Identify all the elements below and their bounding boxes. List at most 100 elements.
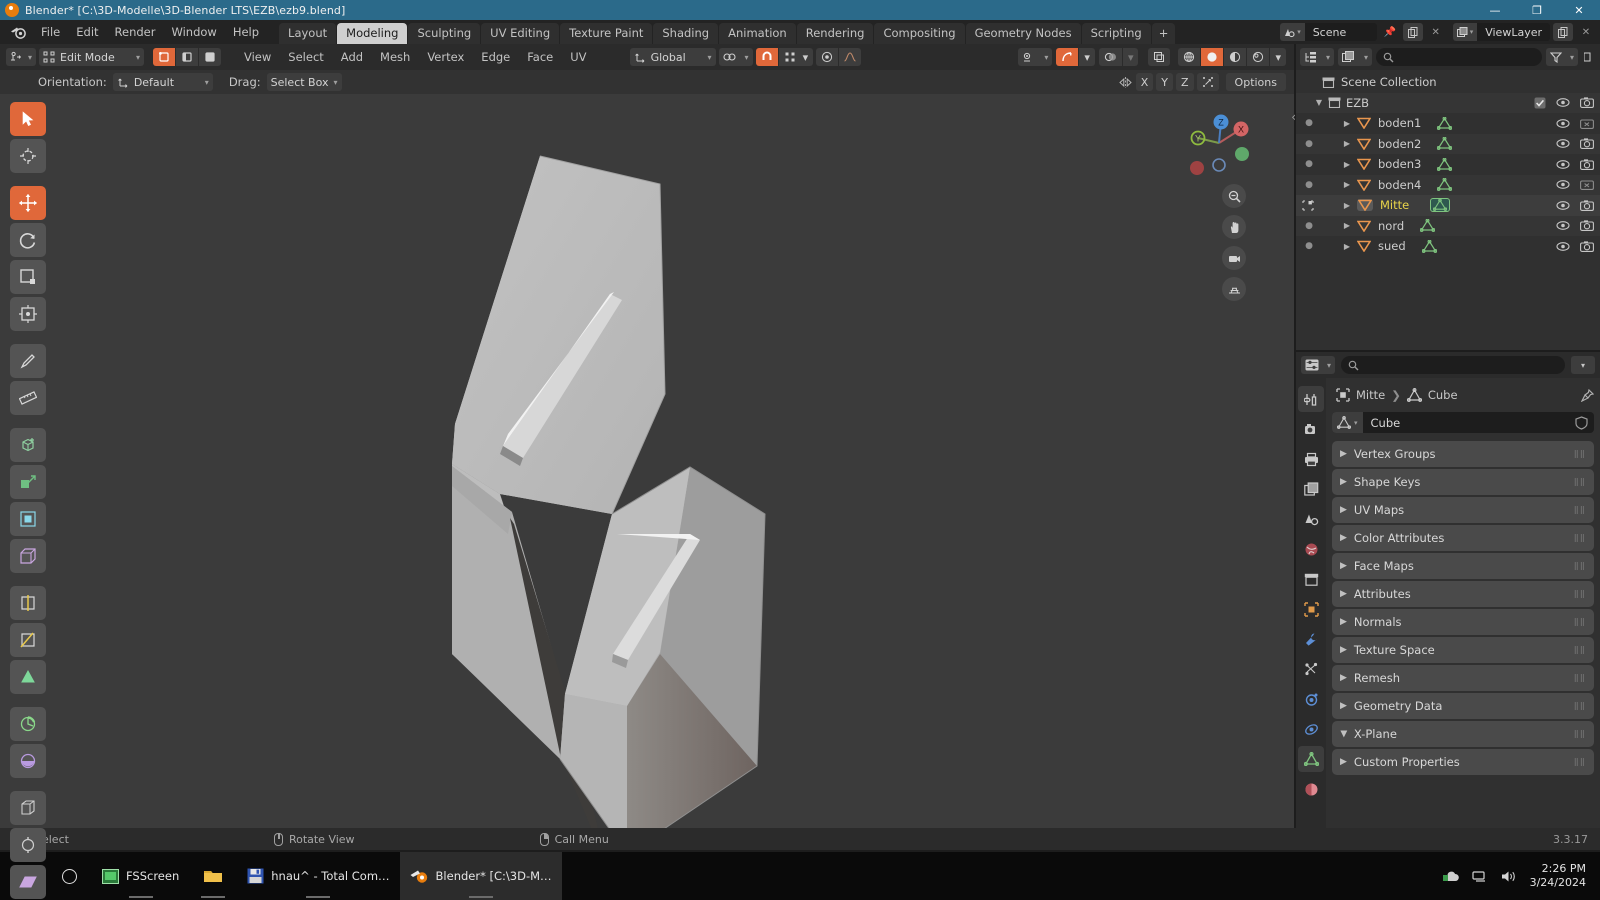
viewport-menu-select[interactable]: Select — [281, 48, 330, 66]
workspace-tab-uv-editing[interactable]: UV Editing — [481, 23, 560, 44]
outliner-row-collection-ezb[interactable]: ▼ EZB — [1296, 92, 1600, 113]
panel-custom-properties[interactable]: ▶ Custom Properties ⣿⣿ — [1332, 749, 1594, 775]
tool-knife[interactable] — [10, 623, 46, 657]
mesh-data-icon[interactable]: ▾ — [1332, 412, 1363, 433]
panel-uv-maps[interactable]: ▶ UV Maps ⣿⣿ — [1332, 497, 1594, 523]
mesh-data-icon[interactable] — [1437, 157, 1453, 171]
drag-handle-icon[interactable]: ⣿⣿ — [1574, 730, 1586, 737]
drag-handle-icon[interactable]: ⣿⣿ — [1574, 618, 1586, 625]
tab-view-layer[interactable] — [1298, 476, 1324, 502]
minimize-button[interactable]: — — [1474, 0, 1516, 20]
mesh-data-icon[interactable] — [1430, 198, 1451, 213]
tab-scene[interactable] — [1298, 506, 1324, 532]
eye-icon[interactable] — [1556, 159, 1570, 170]
tray-onedrive-icon[interactable] — [1442, 870, 1460, 883]
outliner-filter-button[interactable]: ▾ — [1546, 48, 1578, 66]
camera-icon[interactable] — [1580, 138, 1594, 150]
add-workspace-button[interactable]: + — [1151, 23, 1176, 44]
drag-handle-icon[interactable]: ⣿⣿ — [1574, 506, 1586, 513]
outliner-options-icon[interactable] — [1582, 48, 1596, 66]
pin-icon[interactable] — [1581, 388, 1594, 402]
chevron-right-icon[interactable]: ▶ — [1340, 201, 1354, 210]
taskbar-fsscreen[interactable]: FSScreen — [92, 852, 189, 900]
outliner-row-scene-collection[interactable]: Scene Collection — [1296, 72, 1600, 93]
mirror-y-button[interactable]: Y — [1156, 73, 1173, 91]
drag-handle-icon[interactable]: ⣿⣿ — [1574, 534, 1586, 541]
view-layer-selector[interactable]: ▾ ViewLayer — [1452, 23, 1550, 41]
solid-shading-button[interactable] — [1201, 48, 1224, 66]
menu-render[interactable]: Render — [107, 22, 164, 42]
panel-geometry-data[interactable]: ▶ Geometry Data ⣿⣿ — [1332, 693, 1594, 719]
taskbar-total-commander[interactable]: hnau^ - Total Com… — [237, 852, 399, 900]
menu-window[interactable]: Window — [163, 22, 224, 42]
workspace-tab-compositing[interactable]: Compositing — [874, 23, 965, 44]
restrict-select-dot[interactable]: ● — [1302, 118, 1316, 128]
tool-add-cube[interactable] — [10, 428, 46, 462]
material-preview-shading-button[interactable] — [1224, 48, 1247, 66]
remove-view-layer-button[interactable]: ✕ — [1576, 23, 1596, 41]
tab-modifier[interactable] — [1298, 626, 1324, 652]
chevron-right-icon[interactable]: ▶ — [1340, 139, 1354, 148]
tool-scale[interactable] — [10, 260, 46, 294]
camera-disabled-icon[interactable] — [1580, 179, 1594, 191]
eye-icon[interactable] — [1556, 97, 1570, 108]
tool-measure[interactable] — [10, 381, 46, 415]
tab-object-data[interactable] — [1298, 746, 1324, 772]
navigation-gizmo[interactable]: X Z Y — [1184, 108, 1254, 178]
object-icon[interactable] — [1336, 388, 1350, 402]
chevron-right-icon[interactable]: ▶ — [1340, 221, 1354, 230]
viewport-menu-view[interactable]: View — [237, 48, 278, 66]
tab-physics[interactable] — [1298, 686, 1324, 712]
search-circle-icon[interactable] — [46, 852, 92, 900]
face-select-mode-button[interactable] — [199, 48, 221, 66]
drag-selector[interactable]: Select Box ▾ — [266, 73, 342, 91]
breadcrumb-object-label[interactable]: Mitte — [1356, 388, 1385, 402]
workspace-tab-shading[interactable]: Shading — [653, 23, 719, 44]
wireframe-shading-button[interactable] — [1178, 48, 1201, 66]
tray-network-icon[interactable] — [1471, 870, 1489, 883]
editor-type-selector[interactable]: ▾ — [6, 48, 36, 66]
mesh-data-icon[interactable] — [1421, 239, 1437, 253]
tool-bevel[interactable] — [10, 539, 46, 573]
tool-edge-slide[interactable] — [10, 791, 46, 825]
properties-search-input[interactable] — [1341, 356, 1565, 374]
chevron-right-icon[interactable]: ▶ — [1340, 180, 1354, 189]
tab-output[interactable] — [1298, 446, 1324, 472]
camera-icon[interactable] — [1580, 220, 1594, 232]
mirror-z-button[interactable]: Z — [1176, 73, 1194, 91]
chevron-right-icon[interactable]: ▶ — [1340, 242, 1354, 251]
workspace-tab-geometry-nodes[interactable]: Geometry Nodes — [965, 23, 1081, 44]
tool-poly-build[interactable] — [10, 660, 46, 694]
menu-file[interactable]: File — [33, 22, 68, 42]
tool-transform[interactable] — [10, 297, 46, 331]
eye-icon[interactable] — [1556, 138, 1570, 149]
camera-icon[interactable] — [1580, 159, 1594, 170]
tool-annotate[interactable] — [10, 344, 46, 378]
panel-attributes[interactable]: ▶ Attributes ⣿⣿ — [1332, 581, 1594, 607]
falloff-curve-icon[interactable] — [839, 48, 862, 66]
object-visibility-selector[interactable]: ▾ — [1018, 48, 1053, 66]
restrict-select-dot[interactable]: ● — [1302, 139, 1316, 149]
show-gizmo-button[interactable] — [1148, 48, 1171, 66]
pin-icon[interactable]: 📌 — [1380, 23, 1400, 41]
tool-extrude-region[interactable] — [10, 465, 46, 499]
chevron-right-icon[interactable]: ▶ — [1340, 160, 1354, 169]
edge-select-mode-button[interactable] — [176, 48, 198, 66]
move-view-hand-icon[interactable] — [1222, 215, 1246, 239]
outliner-search-input[interactable] — [1376, 48, 1542, 66]
orientation-selector[interactable]: Default ▾ — [112, 73, 213, 91]
xray-options-button[interactable]: ▾ — [1079, 48, 1095, 66]
panel-color-attributes[interactable]: ▶ Color Attributes ⣿⣿ — [1332, 525, 1594, 551]
restrict-select-dot[interactable]: ● — [1302, 159, 1316, 169]
tab-object[interactable] — [1298, 596, 1324, 622]
snap-magnet-toggle[interactable] — [755, 48, 778, 66]
drag-handle-icon[interactable]: ⣿⣿ — [1574, 590, 1586, 597]
viewport-menu-add[interactable]: Add — [334, 48, 370, 66]
drag-handle-icon[interactable]: ⣿⣿ — [1574, 562, 1586, 569]
eye-icon[interactable] — [1556, 118, 1570, 129]
toggle-xray-button[interactable] — [1056, 48, 1079, 66]
zoom-view-icon[interactable] — [1222, 184, 1246, 208]
mesh-data-icon[interactable] — [1437, 178, 1453, 192]
tab-constraints[interactable] — [1298, 716, 1324, 742]
outliner-filter-id-selector[interactable]: ▾ — [1338, 48, 1372, 66]
